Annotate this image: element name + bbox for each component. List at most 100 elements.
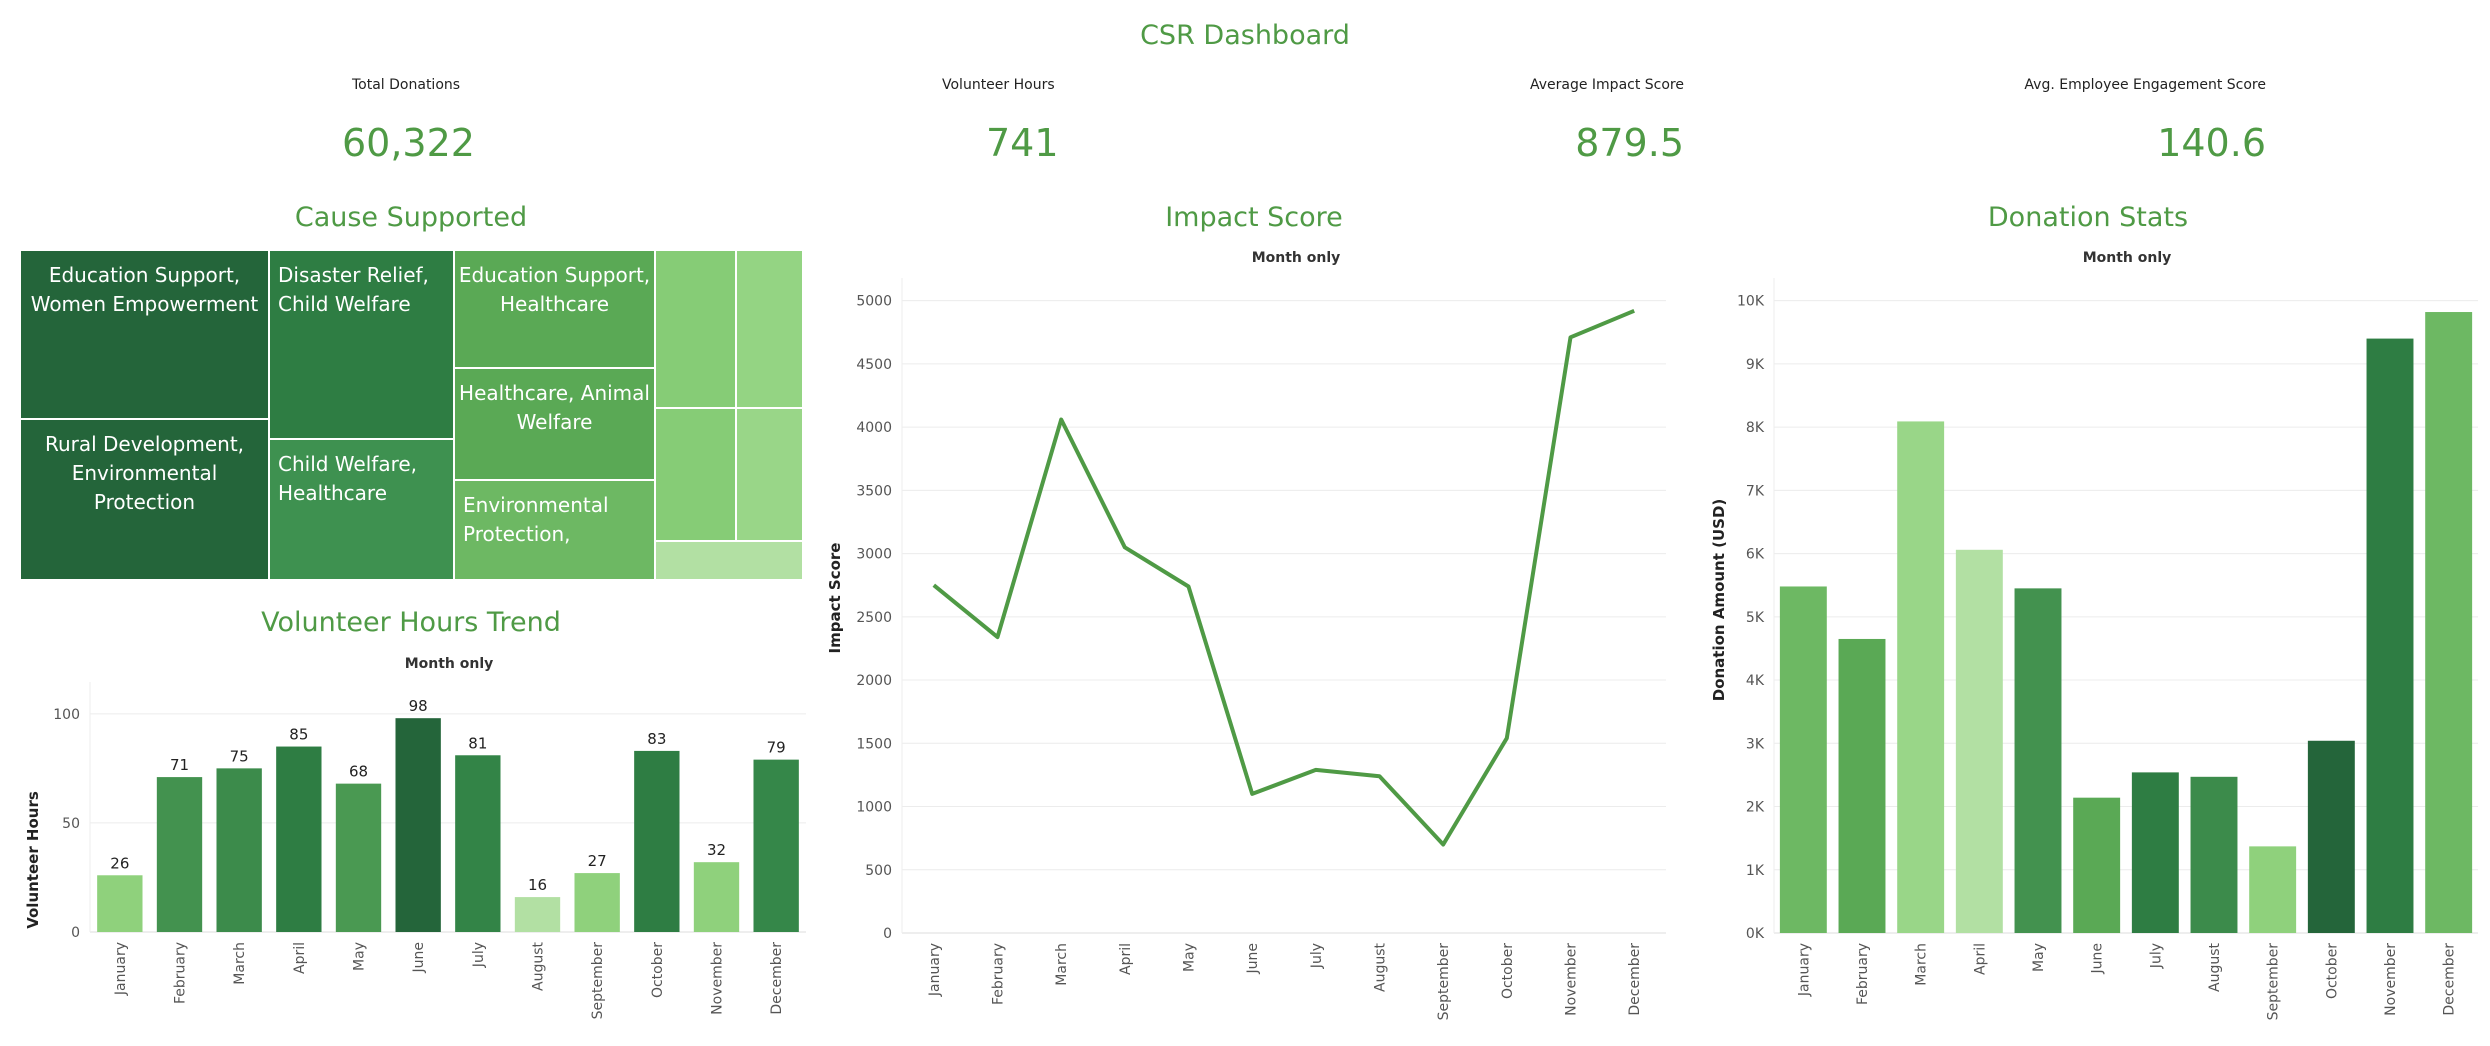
bar	[1838, 638, 1886, 933]
treemap-tile[interactable]: Environmental Protection,	[454, 480, 655, 580]
data-label: 83	[647, 730, 666, 748]
donation-chart-subtitle: Month only	[2082, 250, 2172, 266]
x-tick-label: November	[710, 942, 726, 1015]
x-tick-label: July	[2148, 943, 2164, 969]
y-axis-label: Impact Score	[826, 543, 844, 654]
x-tick-label: November	[2383, 943, 2399, 1016]
volunteer-hours-title: Volunteer Hours Trend	[261, 607, 561, 638]
treemap-tile[interactable]: Rural Development, Environmental Protect…	[20, 419, 269, 580]
x-tick-label: August	[2207, 942, 2223, 992]
bar	[276, 746, 322, 932]
y-tick-label: 4500	[856, 357, 892, 373]
x-tick-label: August	[1373, 942, 1389, 992]
kpi-volunteer-hours-value: 741	[986, 121, 1059, 165]
x-tick-label: June	[411, 942, 427, 974]
x-tick-label: November	[1564, 943, 1580, 1016]
y-tick-label: 5000	[856, 294, 892, 310]
treemap-tile[interactable]: Education Support, Women Empowerment	[20, 250, 269, 419]
x-tick-label: December	[769, 942, 785, 1015]
donation-stats-chart: 0K 1K 2K 3K 4K 5K 6K 7K 8K 9K 10K January February M…	[1710, 278, 2478, 1021]
treemap-tile[interactable]	[655, 541, 803, 580]
treemap-tile[interactable]: Healthcare, Animal Welfare	[454, 368, 655, 480]
cause-treemap: Education Support, Women Empowerment Rur…	[20, 250, 803, 580]
bar	[2073, 797, 2121, 933]
y-tick-label: 4K	[1746, 673, 1765, 689]
y-tick-label: 8K	[1746, 420, 1765, 436]
bar	[2307, 740, 2355, 933]
x-tick-label: March	[1914, 943, 1930, 986]
treemap-tile[interactable]	[736, 408, 803, 541]
treemap-tile[interactable]: Education Support, Healthcare	[454, 250, 655, 368]
y-tick-label: 6K	[1746, 547, 1765, 563]
bar	[2425, 312, 2473, 933]
treemap-tile[interactable]: Child Welfare, Healthcare	[269, 439, 454, 580]
bar	[2190, 776, 2238, 933]
y-tick-label: 1500	[856, 736, 892, 752]
treemap-tile[interactable]	[736, 250, 803, 408]
impact-score-line	[932, 308, 1635, 847]
cause-supported-title: Cause Supported	[294, 202, 528, 233]
kpi-impact-score-value: 879.5	[1575, 121, 1684, 165]
y-tick-label: 500	[865, 863, 892, 879]
x-tick-label: February	[991, 943, 1007, 1005]
treemap-tile[interactable]: Disaster Relief, Child Welfare	[269, 250, 454, 439]
x-tick-label: October	[650, 942, 666, 998]
bar	[156, 777, 203, 932]
data-label: 81	[468, 734, 487, 752]
data-label: 79	[767, 739, 786, 757]
x-tick-label: April	[1972, 943, 1988, 975]
y-tick-label: 2500	[856, 610, 892, 626]
x-tick-label: May	[2031, 943, 2047, 972]
y-tick-label: 2000	[856, 673, 892, 689]
kpi-engagement-value: 140.6	[2157, 121, 2266, 165]
bar	[335, 783, 382, 932]
y-axis-label: Donation Amount (USD)	[1710, 499, 1728, 702]
data-label: 26	[110, 854, 129, 872]
x-tick-label: June	[1245, 943, 1261, 975]
x-tick-label: September	[2266, 943, 2282, 1021]
bar	[514, 897, 561, 932]
x-tick-label: February	[1855, 943, 1871, 1005]
x-tick-label: September	[590, 942, 606, 1020]
donation-stats-title: Donation Stats	[1987, 202, 2189, 233]
impact-score-chart: 0 500 1000 1500 2000 2500 3000 3500 4000 4500 5000…	[826, 278, 1666, 1020]
x-tick-label: October	[2324, 943, 2340, 999]
y-tick-label: 100	[53, 707, 80, 723]
data-label: 98	[409, 697, 428, 715]
bar	[574, 873, 620, 932]
x-tick-label: March	[232, 942, 248, 985]
x-tick-label: January	[1796, 943, 1812, 997]
x-tick-label: October	[1500, 943, 1516, 999]
y-axis-label: Volunteer Hours	[24, 791, 42, 929]
x-tick-label: May	[1182, 943, 1198, 972]
x-tick-label: July	[1309, 943, 1325, 969]
bar	[2249, 846, 2297, 933]
treemap-tile[interactable]	[655, 408, 736, 541]
y-tick-label: 9K	[1746, 357, 1765, 373]
x-tick-label: April	[292, 942, 308, 974]
x-tick-label: December	[2442, 943, 2458, 1016]
data-label: 27	[588, 852, 607, 870]
data-label: 16	[528, 876, 547, 894]
x-tick-label: January	[113, 942, 129, 996]
x-tick-label: December	[1627, 943, 1643, 1016]
volunteer-hours-chart: 26 71 75 85 68 98 81 16 27 83 32 79 0 50 100 January F…	[24, 682, 806, 1020]
y-tick-label: 4000	[856, 420, 892, 436]
x-tick-label: May	[352, 942, 368, 971]
x-tick-label: April	[1118, 943, 1134, 975]
dashboard-title: CSR Dashboard	[1140, 20, 1350, 51]
bar	[1779, 586, 1827, 933]
bar	[455, 755, 501, 932]
y-tick-label: 7K	[1746, 483, 1765, 499]
y-tick-label: 2K	[1746, 800, 1765, 816]
y-tick-label: 10K	[1737, 294, 1765, 310]
bar	[97, 875, 143, 932]
data-label: 85	[289, 726, 308, 744]
y-tick-label: 3K	[1746, 736, 1765, 752]
impact-chart-subtitle: Month only	[1251, 250, 1341, 266]
data-label: 68	[349, 763, 368, 781]
x-tick-label: August	[531, 941, 547, 991]
data-label: 75	[230, 747, 249, 765]
treemap-tile[interactable]	[655, 250, 736, 408]
y-tick-label: 1K	[1746, 863, 1765, 879]
